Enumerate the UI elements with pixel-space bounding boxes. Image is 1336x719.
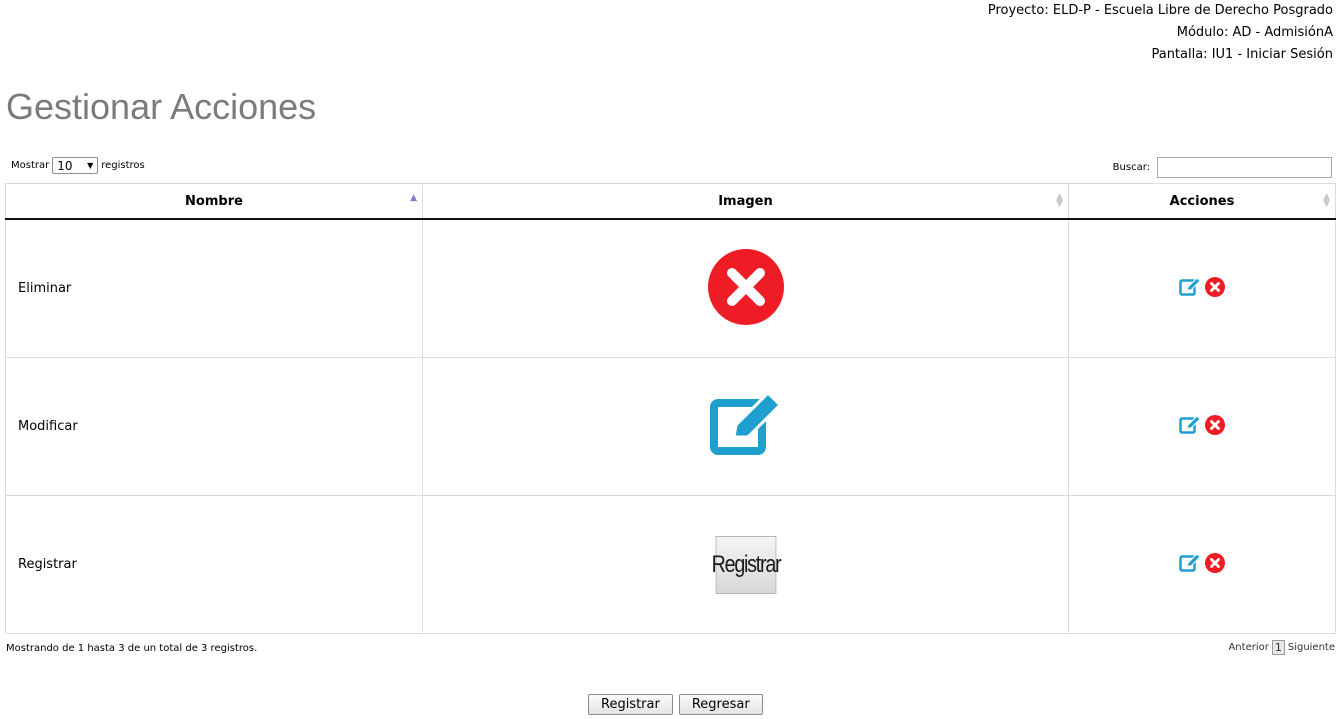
pagination: Anterior 1 Siguiente bbox=[1228, 640, 1335, 655]
column-header-nombre[interactable]: Nombre ▲ bbox=[5, 183, 423, 220]
cell-imagen bbox=[422, 218, 1069, 358]
column-header-acciones[interactable]: Acciones ▲ ▼ bbox=[1068, 183, 1336, 220]
search-input[interactable] bbox=[1157, 157, 1332, 178]
delete-icon[interactable] bbox=[1205, 414, 1225, 439]
regresar-button[interactable]: Regresar bbox=[678, 694, 763, 715]
cell-nombre: Modificar bbox=[5, 357, 423, 496]
edit-icon[interactable] bbox=[1179, 276, 1201, 301]
pagination-next[interactable]: Siguiente bbox=[1288, 642, 1335, 653]
column-label: Acciones bbox=[1169, 193, 1235, 209]
page-length-select[interactable]: 10 ▼ bbox=[52, 157, 99, 174]
table-row: Registrar Registrar bbox=[5, 495, 1336, 634]
page-title: Gestionar Acciones bbox=[6, 86, 317, 127]
project-line: Proyecto: ELD-P - Escuela Libre de Derec… bbox=[987, 3, 1333, 18]
cell-nombre: Registrar bbox=[5, 495, 423, 634]
pagination-previous[interactable]: Anterior bbox=[1228, 642, 1268, 653]
edit-icon bbox=[709, 390, 782, 459]
screen-line: Pantalla: IU1 - Iniciar Sesión bbox=[1151, 47, 1333, 62]
length-control: Mostrar 10 ▼ registros bbox=[11, 157, 145, 174]
registrar-image-label: Registrar bbox=[711, 535, 781, 594]
search-label: Buscar: bbox=[1112, 162, 1150, 173]
page-length-value: 10 bbox=[57, 158, 73, 173]
cell-imagen: Registrar bbox=[422, 495, 1069, 634]
pagination-current-page[interactable]: 1 bbox=[1271, 640, 1285, 655]
sort-both-icon: ▲ ▼ bbox=[1056, 192, 1063, 209]
table-info: Mostrando de 1 hasta 3 de un total de 3 … bbox=[6, 643, 258, 654]
chevron-down-icon: ▼ bbox=[87, 161, 94, 170]
sort-both-icon: ▲ ▼ bbox=[1323, 192, 1330, 209]
delete-x-icon bbox=[707, 248, 785, 326]
cell-imagen bbox=[422, 357, 1069, 496]
table-row: Modificar bbox=[5, 357, 1336, 496]
cell-acciones bbox=[1068, 218, 1336, 358]
delete-icon[interactable] bbox=[1205, 276, 1225, 301]
edit-icon[interactable] bbox=[1179, 414, 1201, 439]
acciones-table: Nombre ▲ Imagen ▲ ▼ Acciones ▲ ▼ Eliminar bbox=[5, 183, 1336, 634]
delete-icon[interactable] bbox=[1205, 552, 1225, 577]
cell-nombre: Eliminar bbox=[5, 218, 423, 358]
module-line: Módulo: AD - AdmisiónA bbox=[1176, 25, 1333, 40]
table-header-row: Nombre ▲ Imagen ▲ ▼ Acciones ▲ ▼ bbox=[5, 183, 1336, 220]
form-buttons: Registrar Regresar bbox=[588, 694, 763, 715]
column-label: Imagen bbox=[718, 193, 773, 209]
length-prefix: Mostrar bbox=[11, 160, 50, 171]
cell-acciones bbox=[1068, 357, 1336, 496]
sort-ascending-icon: ▲ bbox=[410, 193, 417, 203]
search-control: Buscar: bbox=[1113, 157, 1332, 178]
table-row: Eliminar bbox=[5, 218, 1336, 358]
length-suffix: registros bbox=[101, 160, 145, 171]
cell-acciones bbox=[1068, 495, 1336, 634]
column-header-imagen[interactable]: Imagen ▲ ▼ bbox=[422, 183, 1069, 220]
column-label: Nombre bbox=[185, 193, 243, 209]
registrar-button-image: Registrar bbox=[709, 535, 783, 594]
edit-icon[interactable] bbox=[1179, 552, 1201, 577]
registrar-button[interactable]: Registrar bbox=[588, 694, 673, 715]
project-info: Proyecto: ELD-P - Escuela Libre de Derec… bbox=[988, 0, 1333, 66]
